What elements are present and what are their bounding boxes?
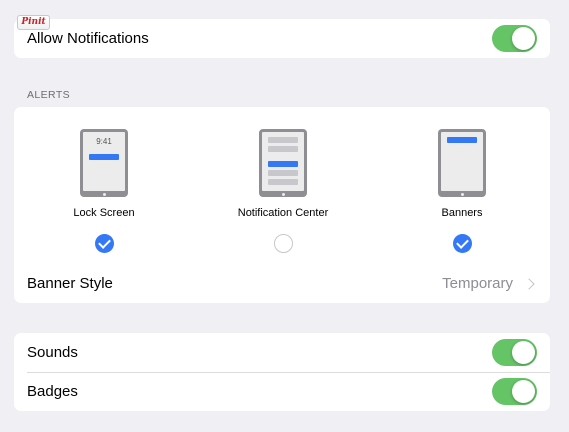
alerts-group: 9:41 Lock Screen Notification Center Ban… — [14, 107, 550, 303]
toggle-knob — [512, 27, 535, 50]
alert-styles-row: 9:41 Lock Screen Notification Center Ban… — [14, 107, 550, 264]
toggle-knob — [512, 380, 535, 403]
alerts-section-header: ALERTS — [27, 89, 71, 101]
alert-option-label: Notification Center — [237, 207, 329, 219]
sounds-label: Sounds — [27, 344, 78, 361]
badges-toggle[interactable] — [492, 378, 537, 405]
checkmark-icon[interactable] — [94, 234, 114, 253]
unchecked-circle-icon[interactable] — [273, 234, 293, 253]
badges-label: Badges — [27, 383, 78, 400]
checkmark-icon[interactable] — [452, 234, 472, 253]
banner-style-row[interactable]: Banner Style Temporary — [14, 264, 550, 303]
alert-option-label: Lock Screen — [73, 207, 135, 219]
lock-screen-time: 9:41 — [96, 137, 112, 146]
pinit-button[interactable]: Pinit — [17, 15, 50, 30]
toggle-knob — [512, 341, 535, 364]
banners-device-icon — [438, 129, 486, 197]
sounds-toggle[interactable] — [492, 339, 537, 366]
chevron-right-icon — [523, 277, 535, 290]
allow-notifications-row: Allow Notifications — [14, 19, 550, 58]
sounds-badges-group: Sounds Badges — [14, 333, 550, 411]
allow-notifications-label: Allow Notifications — [27, 30, 149, 47]
banner-style-value: Temporary — [442, 275, 513, 292]
allow-notifications-group: Allow Notifications — [14, 19, 550, 58]
banner-style-label: Banner Style — [27, 275, 113, 292]
notification-center-device-icon — [259, 129, 307, 197]
alert-option-lock-screen[interactable]: 9:41 Lock Screen — [29, 107, 179, 253]
alert-option-notification-center[interactable]: Notification Center — [208, 107, 358, 253]
alert-option-label: Banners — [441, 207, 483, 219]
lock-screen-device-icon: 9:41 — [80, 129, 128, 197]
badges-row: Badges — [14, 372, 550, 411]
sounds-row: Sounds — [14, 333, 550, 372]
allow-notifications-toggle[interactable] — [492, 25, 537, 52]
alert-option-banners[interactable]: Banners — [387, 107, 537, 253]
